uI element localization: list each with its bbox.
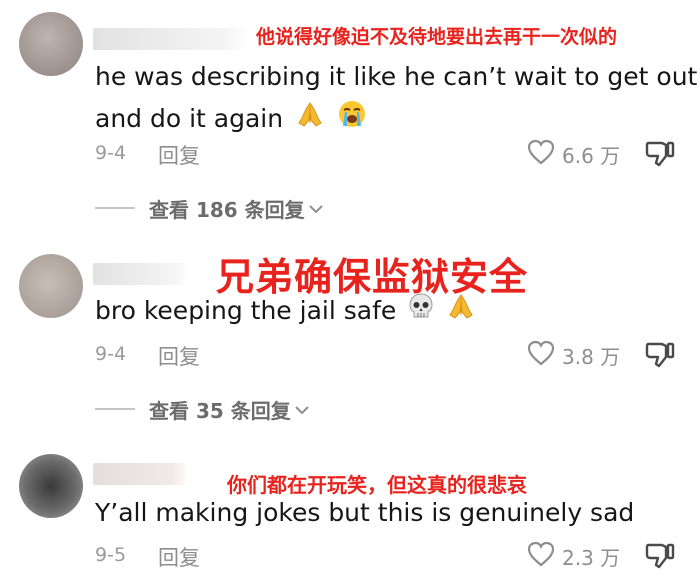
- comment-date: 9-4: [95, 343, 127, 365]
- chevron-down-icon: [308, 199, 323, 218]
- like-button[interactable]: 2.3 万: [526, 540, 620, 572]
- like-button[interactable]: 3.8 万: [526, 339, 620, 371]
- comment-date: 9-4: [95, 142, 127, 164]
- like-count: 3.8 万: [562, 344, 621, 369]
- comment-text: he was describing it like he can’t wait …: [95, 56, 697, 142]
- like-count: 6.6 万: [562, 143, 621, 168]
- username-redacted[interactable]: [93, 263, 189, 285]
- view-replies-label: 查看 35 条回复: [149, 398, 291, 423]
- like-button[interactable]: 6.6 万: [526, 138, 620, 170]
- reply-button[interactable]: 回复: [158, 341, 200, 371]
- thumbs-down-icon[interactable]: [644, 139, 676, 173]
- divider: [95, 408, 135, 410]
- divider: [95, 207, 135, 209]
- avatar[interactable]: [19, 254, 83, 318]
- heart-icon: [526, 339, 556, 371]
- folded-hands-icon: [446, 291, 476, 334]
- reply-button[interactable]: 回复: [158, 140, 200, 170]
- view-replies-label: 查看 186 条回复: [149, 197, 305, 222]
- avatar[interactable]: [19, 12, 83, 76]
- thumbs-down-icon[interactable]: [644, 541, 676, 575]
- username-redacted[interactable]: [93, 28, 249, 50]
- chevron-down-icon: [295, 400, 309, 419]
- translation-caption: 他说得好像迫不及待地要出去再干一次似的: [256, 26, 618, 48]
- comment-meta: 9-4 回复 6.6 万: [0, 138, 700, 170]
- comment-meta: 9-5 回复 2.3 万: [0, 540, 700, 572]
- loudly-crying-face-icon: [337, 99, 367, 142]
- view-replies-button[interactable]: 查看 186 条回复: [95, 193, 323, 223]
- comment-text: bro keeping the jail safe: [95, 290, 476, 334]
- avatar[interactable]: [19, 454, 83, 518]
- comment-date: 9-5: [95, 544, 127, 566]
- skull-icon: [408, 291, 434, 333]
- comment-text: Y’all making jokes but this is genuinely…: [95, 498, 635, 527]
- reply-button[interactable]: 回复: [158, 542, 200, 572]
- username-redacted[interactable]: [93, 463, 185, 485]
- thumbs-down-icon[interactable]: [644, 340, 676, 374]
- comment-meta: 9-4 回复 3.8 万: [0, 339, 700, 371]
- like-count: 2.3 万: [562, 545, 621, 570]
- folded-hands-icon: [295, 99, 325, 142]
- heart-icon: [526, 540, 556, 572]
- view-replies-button[interactable]: 查看 35 条回复: [95, 394, 309, 424]
- heart-icon: [526, 138, 556, 170]
